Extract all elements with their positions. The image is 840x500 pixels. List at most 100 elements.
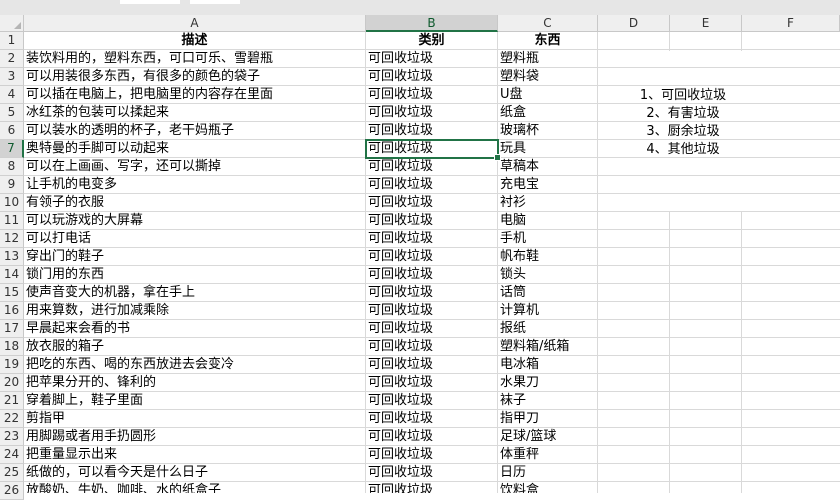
legend-item[interactable]: 3、厨余垃圾: [598, 123, 768, 141]
select-all-corner[interactable]: [0, 15, 24, 32]
cell-description[interactable]: 早晨起来会看的书: [24, 320, 365, 337]
header-cell-description[interactable]: 描述: [24, 32, 365, 49]
cell-item[interactable]: 玻璃杯: [498, 122, 597, 139]
cell-item[interactable]: 塑料箱/纸箱: [498, 338, 597, 355]
cell-description[interactable]: 可以用装很多东西，有很多的颜色的袋子: [24, 68, 365, 85]
row-header[interactable]: 23: [0, 428, 24, 446]
cell-category[interactable]: 可回收垃圾: [366, 392, 497, 409]
cell-category[interactable]: 可回收垃圾: [366, 266, 497, 283]
cell-item[interactable]: 手机: [498, 230, 597, 247]
cell-category[interactable]: 可回收垃圾: [366, 320, 497, 337]
legend-item[interactable]: 4、其他垃圾: [598, 141, 768, 159]
row-header[interactable]: 8: [0, 158, 24, 176]
cell-item[interactable]: 帆布鞋: [498, 248, 597, 265]
row-header[interactable]: 18: [0, 338, 24, 356]
row-header[interactable]: 6: [0, 122, 24, 140]
cell-description[interactable]: 可以玩游戏的大屏幕: [24, 212, 365, 229]
cell-category[interactable]: 可回收垃圾: [366, 356, 497, 373]
row-header[interactable]: 1: [0, 32, 24, 50]
cell-item[interactable]: 充电宝: [498, 176, 597, 193]
cell-description[interactable]: 把吃的东西、喝的东西放进去会变冷: [24, 356, 365, 373]
cell-description[interactable]: 可以在上画画、写字，还可以撕掉: [24, 158, 365, 175]
cell-category[interactable]: 可回收垃圾: [366, 338, 497, 355]
cell-item[interactable]: 计算机: [498, 302, 597, 319]
cell-item[interactable]: 锁头: [498, 266, 597, 283]
cell-category[interactable]: 可回收垃圾: [366, 50, 497, 67]
cell-item[interactable]: 衬衫: [498, 194, 597, 211]
cell-category[interactable]: 可回收垃圾: [366, 374, 497, 391]
fill-handle[interactable]: [494, 154, 501, 161]
row-header[interactable]: 3: [0, 68, 24, 86]
cell-description[interactable]: 用脚踢或者用手扔圆形: [24, 428, 365, 445]
cell-category[interactable]: 可回收垃圾: [366, 230, 497, 247]
cell-item[interactable]: U盘: [498, 86, 597, 103]
cell-description[interactable]: 把苹果分开的、锋利的: [24, 374, 365, 391]
row-header[interactable]: 13: [0, 248, 24, 266]
cell-item[interactable]: 足球/篮球: [498, 428, 597, 445]
cell-item[interactable]: 电脑: [498, 212, 597, 229]
row-header[interactable]: 2: [0, 50, 24, 68]
row-header[interactable]: 25: [0, 464, 24, 482]
cell-category[interactable]: 可回收垃圾: [366, 464, 497, 481]
cell-item[interactable]: 日历: [498, 464, 597, 481]
row-header[interactable]: 26: [0, 482, 24, 500]
row-header[interactable]: 7: [0, 140, 24, 158]
cell-category[interactable]: 可回收垃圾: [366, 410, 497, 427]
row-header[interactable]: 24: [0, 446, 24, 464]
cell-item[interactable]: 话筒: [498, 284, 597, 301]
row-header[interactable]: 19: [0, 356, 24, 374]
column-header-d[interactable]: D: [598, 15, 670, 32]
cell-description[interactable]: 纸做的，可以看今天是什么日子: [24, 464, 365, 481]
row-header[interactable]: 11: [0, 212, 24, 230]
cell-category[interactable]: 可回收垃圾: [366, 482, 497, 493]
cell-description[interactable]: 可以插在电脑上，把电脑里的内容存在里面: [24, 86, 365, 103]
row-header[interactable]: 12: [0, 230, 24, 248]
column-header-b[interactable]: B: [366, 15, 498, 32]
cell-category[interactable]: 可回收垃圾: [366, 86, 497, 103]
cell-description[interactable]: 剪指甲: [24, 410, 365, 427]
header-cell-item[interactable]: 东西: [498, 32, 597, 49]
cell-item[interactable]: 电冰箱: [498, 356, 597, 373]
row-header[interactable]: 5: [0, 104, 24, 122]
cell-item[interactable]: 水果刀: [498, 374, 597, 391]
sheet-tab-fragment[interactable]: [190, 0, 240, 4]
cell-category[interactable]: 可回收垃圾: [366, 428, 497, 445]
cell-category[interactable]: 可回收垃圾: [366, 68, 497, 85]
cell-category[interactable]: 可回收垃圾: [366, 122, 497, 139]
cell-item[interactable]: 塑料袋: [498, 68, 597, 85]
row-header[interactable]: 9: [0, 176, 24, 194]
row-header[interactable]: 4: [0, 86, 24, 104]
cell-category[interactable]: 可回收垃圾: [366, 284, 497, 301]
cell-category[interactable]: 可回收垃圾: [366, 194, 497, 211]
cell-description[interactable]: 让手机的电变多: [24, 176, 365, 193]
cell-category[interactable]: 可回收垃圾: [366, 248, 497, 265]
cell-category[interactable]: 可回收垃圾: [366, 176, 497, 193]
cell-description[interactable]: 穿出门的鞋子: [24, 248, 365, 265]
active-cell-b7[interactable]: [365, 139, 501, 161]
cell-item[interactable]: 玩具: [498, 140, 597, 157]
cell-description[interactable]: 冰红茶的包装可以揉起来: [24, 104, 365, 121]
column-header-c[interactable]: C: [498, 15, 598, 32]
cell-item[interactable]: 草稿本: [498, 158, 597, 175]
row-header[interactable]: 17: [0, 320, 24, 338]
cell-category[interactable]: 可回收垃圾: [366, 446, 497, 463]
row-header[interactable]: 14: [0, 266, 24, 284]
cell-category[interactable]: 可回收垃圾: [366, 158, 497, 175]
legend-item[interactable]: 2、有害垃圾: [598, 105, 768, 123]
column-header-e[interactable]: E: [670, 15, 742, 32]
cell-item[interactable]: 体重秤: [498, 446, 597, 463]
row-header[interactable]: 22: [0, 410, 24, 428]
cell-description[interactable]: 把重量显示出来: [24, 446, 365, 463]
cell-category[interactable]: 可回收垃圾: [366, 302, 497, 319]
cell-description[interactable]: 使声音变大的机器，拿在手上: [24, 284, 365, 301]
cell-description[interactable]: 放酸奶、牛奶、咖啡、水的纸盒子: [24, 482, 365, 493]
column-header-a[interactable]: A: [24, 15, 366, 32]
cell-description[interactable]: 锁门用的东西: [24, 266, 365, 283]
column-header-f[interactable]: F: [742, 15, 840, 32]
cell-item[interactable]: 指甲刀: [498, 410, 597, 427]
cell-item[interactable]: 袜子: [498, 392, 597, 409]
legend-item[interactable]: 1、可回收垃圾: [598, 87, 768, 105]
row-header[interactable]: 16: [0, 302, 24, 320]
header-cell-category[interactable]: 类别: [366, 32, 497, 49]
cell-description[interactable]: 装饮料用的，塑料东西，可口可乐、雪碧瓶: [24, 50, 365, 67]
